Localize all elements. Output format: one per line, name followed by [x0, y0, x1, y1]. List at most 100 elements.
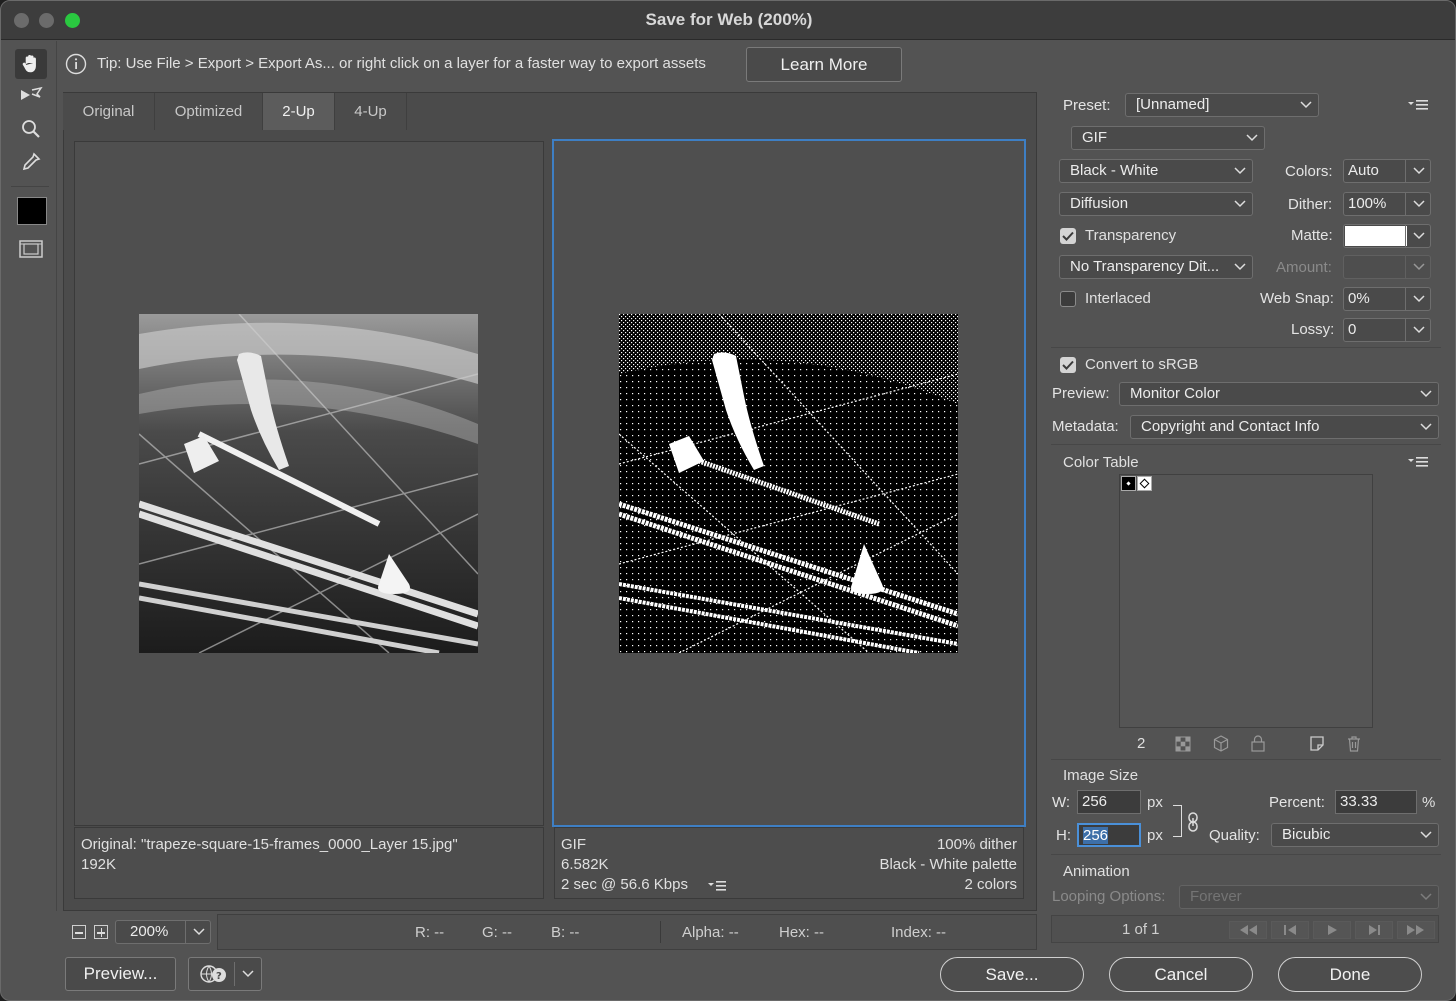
chevron-down-icon — [1234, 200, 1246, 208]
tab-4-up[interactable]: 4-Up — [335, 93, 407, 130]
color-swatch-white[interactable] — [1137, 476, 1152, 491]
web-snap-combo[interactable]: 0% — [1343, 287, 1431, 311]
percent-input[interactable]: 33.33 — [1335, 790, 1417, 814]
animation-title: Animation — [1063, 863, 1130, 880]
tool-divider — [11, 186, 49, 187]
svg-text:?: ? — [216, 971, 222, 982]
tab-original[interactable]: Original — [63, 93, 155, 130]
save-for-web-dialog: Save for Web (200%) Tip: Use File > Expo… — [0, 0, 1456, 1001]
chevron-down-icon — [242, 970, 254, 978]
preview-in-browser-select[interactable]: ? — [188, 957, 262, 991]
zoom-level-select[interactable]: 200% — [115, 920, 211, 944]
slice-select-tool[interactable] — [15, 82, 47, 112]
link-chain-icon[interactable] — [1186, 811, 1200, 833]
colors-label: Colors: — [1285, 163, 1333, 180]
quality-label: Quality: — [1209, 827, 1260, 844]
download-speed-menu-icon[interactable] — [707, 880, 727, 892]
transparency-checkbox[interactable] — [1060, 228, 1076, 244]
transparency-label: Transparency — [1085, 227, 1177, 244]
optimized-format: GIF — [561, 836, 586, 853]
lock-color-icon[interactable] — [1250, 735, 1266, 752]
cancel-button[interactable]: Cancel — [1109, 957, 1253, 992]
original-info-panel: Original: "trapeze-square-15-frames_0000… — [74, 827, 544, 899]
amount-label: Amount: — [1276, 259, 1332, 276]
optimize-menu-icon[interactable] — [1407, 98, 1429, 112]
dither-amount-combo[interactable]: 100% — [1343, 192, 1431, 216]
tip-text: Tip: Use File > Export > Export As... or… — [97, 55, 706, 72]
first-frame-button — [1229, 921, 1267, 939]
save-button[interactable]: Save... — [940, 957, 1084, 992]
looping-options-select: Forever — [1179, 885, 1439, 909]
width-unit: px — [1147, 794, 1163, 811]
color-table-menu-icon[interactable] — [1407, 455, 1429, 469]
tab-optimized[interactable]: Optimized — [155, 93, 263, 130]
zoom-tool[interactable] — [15, 114, 47, 144]
step-back-icon — [1284, 925, 1296, 935]
chevron-down-icon — [1413, 167, 1425, 175]
convert-srgb-label: Convert to sRGB — [1085, 356, 1199, 373]
eyedropper-tool[interactable] — [15, 147, 47, 177]
map-to-transparent-icon[interactable] — [1175, 736, 1191, 752]
readout-index: Index: -- — [891, 924, 947, 941]
matte-select[interactable] — [1343, 224, 1431, 248]
zoom-out-button[interactable] — [72, 925, 86, 939]
width-label: W: — [1052, 794, 1071, 811]
preset-select[interactable]: [Unnamed] — [1125, 93, 1319, 117]
zoom-in-button[interactable] — [94, 925, 108, 939]
original-filename: Original: "trapeze-square-15-frames_0000… — [81, 836, 458, 853]
file-format-select[interactable]: GIF — [1071, 126, 1265, 150]
dither-algorithm-select[interactable]: Diffusion — [1059, 192, 1253, 216]
chevron-down-icon — [1413, 326, 1425, 334]
transparency-dither-select[interactable]: No Transparency Dit... — [1059, 255, 1253, 279]
color-table[interactable] — [1119, 474, 1373, 728]
chevron-down-icon — [193, 928, 205, 936]
chevron-down-icon — [1246, 134, 1258, 142]
chevron-down-icon — [1234, 167, 1246, 175]
preview-color-select[interactable]: Monitor Color — [1119, 382, 1439, 406]
play-button — [1313, 921, 1351, 939]
height-unit: px — [1147, 827, 1163, 844]
readout-alpha: Alpha: -- — [682, 924, 739, 941]
slices-visibility-icon — [19, 240, 43, 258]
hand-tool[interactable] — [15, 49, 47, 79]
optimized-download-time: 2 sec @ 56.6 Kbps — [561, 876, 688, 893]
chevron-down-icon — [1413, 295, 1425, 303]
convert-srgb-checkbox[interactable] — [1060, 357, 1076, 373]
optimized-pane[interactable] — [552, 139, 1026, 827]
preview-button[interactable]: Preview... — [65, 957, 176, 991]
lossy-combo[interactable]: 0 — [1343, 318, 1431, 342]
percent-unit: % — [1422, 794, 1436, 811]
checkmark-icon — [1062, 360, 1074, 370]
optimized-filesize: 6.582K — [561, 856, 609, 873]
learn-more-button[interactable]: Learn More — [746, 47, 902, 82]
colors-combo[interactable]: Auto — [1343, 159, 1431, 183]
toggle-slices-visibility[interactable] — [15, 234, 47, 264]
chevron-down-icon — [1300, 101, 1312, 109]
color-swatch-black[interactable] — [1121, 476, 1136, 491]
interlaced-label: Interlaced — [1085, 290, 1151, 307]
trash-icon[interactable] — [1346, 735, 1362, 752]
chevron-down-icon — [1234, 263, 1246, 271]
eyedropper-color-swatch[interactable] — [17, 197, 47, 225]
height-input[interactable]: 256 — [1077, 823, 1141, 847]
color-reduction-select[interactable]: Black - White — [1059, 159, 1253, 183]
color-table-title: Color Table — [1063, 454, 1139, 471]
frame-counter: 1 of 1 — [1122, 921, 1160, 938]
window-title: Save for Web (200%) — [645, 10, 813, 29]
width-input[interactable]: 256 — [1077, 790, 1141, 814]
tool-column — [1, 41, 57, 911]
original-filesize: 192K — [81, 856, 117, 873]
info-icon — [65, 53, 87, 75]
done-button[interactable]: Done — [1278, 957, 1422, 992]
step-forward-icon — [1369, 925, 1380, 935]
interlaced-checkbox[interactable] — [1060, 291, 1076, 307]
new-color-icon[interactable] — [1309, 735, 1325, 752]
animation-controls-bar: 1 of 1 — [1051, 915, 1439, 943]
fast-forward-icon — [1407, 925, 1424, 935]
original-pane[interactable] — [74, 141, 544, 826]
optimized-info-panel: GIF 6.582K 2 sec @ 56.6 Kbps 100% dither… — [554, 827, 1024, 899]
quality-select[interactable]: Bicubic — [1271, 823, 1439, 847]
metadata-select[interactable]: Copyright and Contact Info — [1130, 415, 1439, 439]
web-shift-cube-icon[interactable] — [1213, 735, 1229, 752]
tab-2-up[interactable]: 2-Up — [263, 93, 335, 130]
